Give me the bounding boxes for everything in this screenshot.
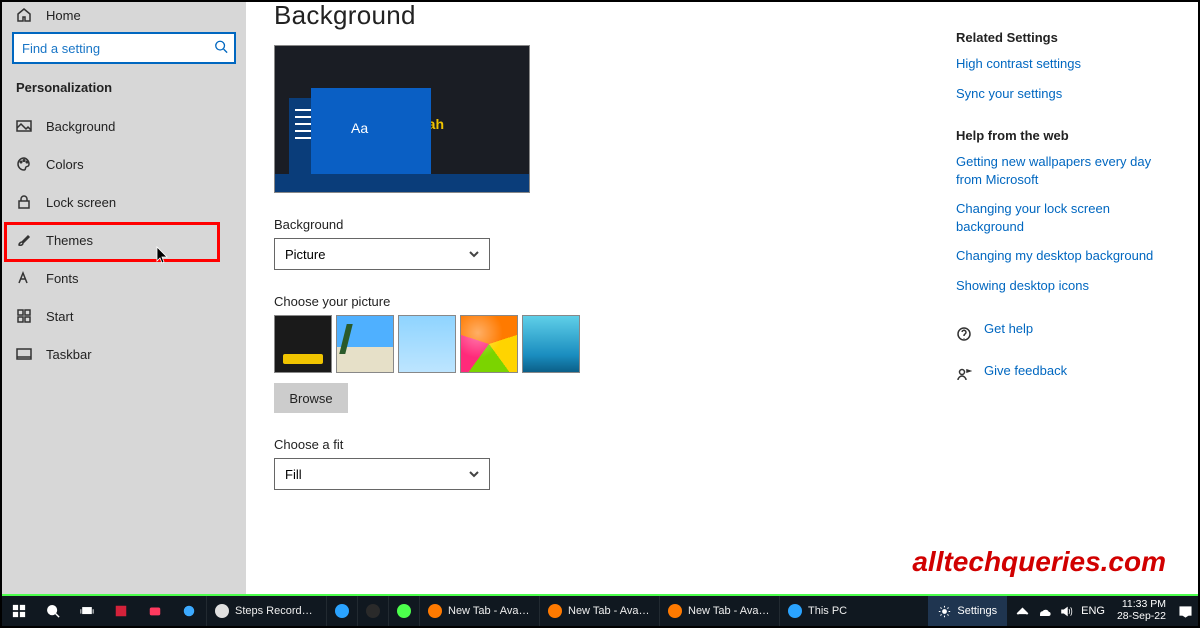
brush-icon — [16, 232, 32, 248]
pinned-app[interactable] — [138, 596, 172, 626]
search-button[interactable] — [36, 596, 70, 626]
picture-thumb[interactable] — [336, 315, 394, 373]
link-wallpapers-daily[interactable]: Getting new wallpapers every day from Mi… — [956, 153, 1166, 188]
link-high-contrast[interactable]: High contrast settings — [956, 55, 1166, 73]
link-give-feedback[interactable]: Give feedback — [984, 362, 1067, 380]
link-sync-settings[interactable]: Sync your settings — [956, 85, 1166, 103]
sidebar-item-colors[interactable]: Colors — [2, 145, 246, 183]
taskbar-task[interactable]: New Tab - Avast ... — [659, 596, 779, 626]
chevron-down-icon — [469, 247, 479, 262]
link-desktop-icons[interactable]: Showing desktop icons — [956, 277, 1166, 295]
start-button[interactable] — [2, 596, 36, 626]
sidebar-item-taskbar[interactable]: Taskbar — [2, 335, 246, 373]
sidebar-item-label: Colors — [46, 157, 84, 172]
search-icon — [214, 40, 228, 57]
lock-icon — [16, 194, 32, 210]
gear-icon — [938, 605, 951, 618]
background-preview: and say dulillah Aa — [274, 45, 530, 193]
taskbar-task[interactable]: New Tab - Avast ... — [539, 596, 659, 626]
sidebar-home-label: Home — [46, 8, 81, 23]
choose-picture-label: Choose your picture — [274, 294, 956, 309]
palette-icon — [16, 156, 32, 172]
watermark: alltechqueries.com — [912, 546, 1166, 578]
picture-thumb[interactable] — [398, 315, 456, 373]
tray-clock[interactable]: 11:33 PM 28-Sep-22 — [1113, 599, 1170, 622]
link-desktop-bg[interactable]: Changing my desktop background — [956, 247, 1166, 265]
pinned-app[interactable] — [104, 596, 138, 626]
help-icon — [956, 326, 972, 345]
taskbar-task[interactable]: Steps Recorder - ... — [206, 596, 326, 626]
taskbar-task-settings[interactable]: Settings — [928, 596, 1007, 626]
sidebar-item-background[interactable]: Background — [2, 107, 246, 145]
sidebar-item-start[interactable]: Start — [2, 297, 246, 335]
sidebar-home[interactable]: Home — [2, 2, 246, 28]
link-lockscreen-bg[interactable]: Changing your lock screen background — [956, 200, 1166, 235]
main-content: Background and say dulillah Aa Backgroun… — [246, 2, 1198, 626]
right-panel: Related Settings High contrast settings … — [956, 2, 1166, 626]
background-select[interactable]: Picture — [274, 238, 490, 270]
taskbar-task[interactable] — [357, 596, 388, 626]
sidebar-item-lockscreen[interactable]: Lock screen — [2, 183, 246, 221]
picture-thumb[interactable] — [460, 315, 518, 373]
fit-label: Choose a fit — [274, 437, 956, 452]
onedrive-icon[interactable] — [1037, 605, 1051, 618]
feedback-icon — [956, 367, 972, 386]
font-icon — [16, 270, 32, 286]
taskbar-task[interactable]: New Tab - Avast ... — [419, 596, 539, 626]
fit-select-value: Fill — [285, 467, 302, 482]
sidebar-item-label: Lock screen — [46, 195, 116, 210]
sidebar-item-label: Themes — [46, 233, 93, 248]
sidebar-item-fonts[interactable]: Fonts — [2, 259, 246, 297]
picture-icon — [16, 118, 32, 134]
sidebar-item-themes[interactable]: Themes — [2, 221, 246, 259]
sidebar-item-label: Background — [46, 119, 115, 134]
taskbar-task[interactable]: This PC — [779, 596, 855, 626]
sidebar-item-label: Fonts — [46, 271, 79, 286]
browse-button[interactable]: Browse — [274, 383, 348, 413]
picture-thumb[interactable] — [522, 315, 580, 373]
picture-thumb[interactable] — [274, 315, 332, 373]
pinned-app[interactable] — [172, 596, 206, 626]
home-icon — [16, 7, 32, 23]
taskbar-task[interactable] — [388, 596, 419, 626]
search-input[interactable] — [12, 32, 236, 64]
taskview-button[interactable] — [70, 596, 104, 626]
background-label: Background — [274, 217, 956, 232]
fit-select[interactable]: Fill — [274, 458, 490, 490]
related-settings-title: Related Settings — [956, 30, 1166, 45]
help-title: Help from the web — [956, 128, 1166, 143]
grid-icon — [16, 308, 32, 324]
volume-icon[interactable] — [1059, 605, 1073, 618]
page-title: Background — [274, 2, 956, 31]
taskbar-task[interactable] — [326, 596, 357, 626]
taskbar: Steps Recorder - ... New Tab - Avast ...… — [2, 596, 1198, 626]
tray-language[interactable]: ENG — [1081, 605, 1105, 617]
sidebar-section-label: Personalization — [2, 72, 246, 107]
tray-chevron-icon[interactable] — [1015, 605, 1029, 618]
sidebar-item-label: Taskbar — [46, 347, 92, 362]
notifications-icon[interactable] — [1178, 605, 1192, 618]
sidebar-item-label: Start — [46, 309, 73, 324]
sidebar: Home Personalization Background Colors L… — [2, 2, 246, 626]
background-select-value: Picture — [285, 247, 325, 262]
link-get-help[interactable]: Get help — [984, 320, 1033, 338]
chevron-down-icon — [469, 467, 479, 482]
taskbar-icon — [16, 346, 32, 362]
picture-thumbnails — [274, 315, 956, 373]
